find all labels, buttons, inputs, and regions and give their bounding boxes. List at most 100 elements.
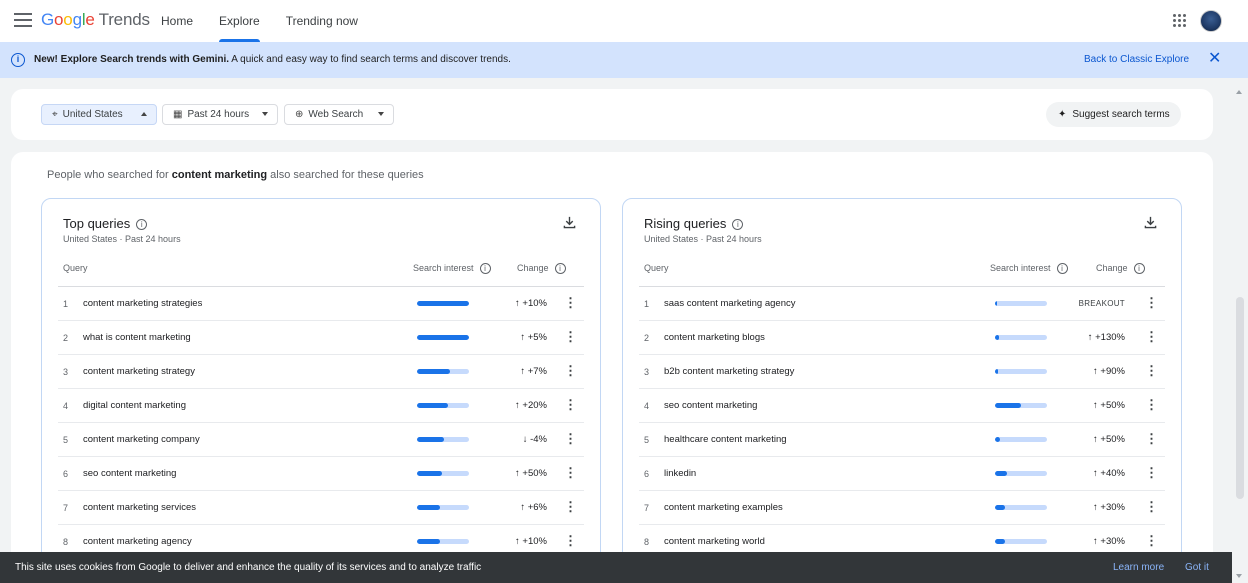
search-property-dropdown[interactable]: ⊕ Web Search: [284, 104, 394, 125]
scroll-down-arrow-icon[interactable]: [1236, 574, 1242, 578]
google-trends-logo[interactable]: Google Trends: [41, 10, 150, 30]
change-value: ↑ +5%: [520, 332, 547, 343]
time-range-dropdown[interactable]: ▦ Past 24 hours: [162, 104, 278, 125]
table-row[interactable]: 2 what is content marketing ↑ +5% ⋮: [58, 321, 584, 355]
help-icon[interactable]: i: [479, 263, 491, 275]
table-row[interactable]: 7 content marketing examples ↑ +30% ⋮: [639, 491, 1165, 525]
query-text[interactable]: content marketing blogs: [664, 332, 765, 343]
column-header-interest: Search interest i: [413, 263, 491, 275]
table-row[interactable]: 4 digital content marketing ↑ +20% ⋮: [58, 389, 584, 423]
download-icon[interactable]: [563, 216, 576, 229]
query-text[interactable]: content marketing company: [83, 434, 200, 445]
change-value: ↑ +50%: [1093, 400, 1125, 411]
query-text[interactable]: saas content marketing agency: [664, 298, 796, 309]
table-row[interactable]: 4 seo content marketing ↑ +50% ⋮: [639, 389, 1165, 423]
query-text[interactable]: b2b content marketing strategy: [664, 366, 794, 377]
search-interest-bar: [995, 369, 1047, 374]
query-text[interactable]: seo content marketing: [83, 468, 176, 479]
query-text[interactable]: linkedin: [664, 468, 696, 479]
row-rank: 1: [644, 299, 650, 309]
query-text[interactable]: digital content marketing: [83, 400, 186, 411]
query-text[interactable]: content marketing services: [83, 502, 196, 513]
query-text[interactable]: what is content marketing: [83, 332, 191, 343]
nav-home[interactable]: Home: [148, 0, 206, 42]
page-scrollbar-thumb[interactable]: [1236, 297, 1244, 499]
row-rank: 8: [63, 537, 69, 547]
query-text[interactable]: seo content marketing: [664, 400, 757, 411]
avatar[interactable]: [1200, 10, 1222, 32]
help-icon[interactable]: i: [732, 219, 744, 231]
suggest-search-terms-button[interactable]: ✦ Suggest search terms: [1046, 102, 1181, 127]
more-vert-icon[interactable]: ⋮: [564, 431, 577, 447]
more-vert-icon[interactable]: ⋮: [564, 363, 577, 379]
top-queries-title: Top queries: [63, 216, 131, 231]
row-rank: 3: [644, 367, 650, 377]
scroll-up-arrow-icon[interactable]: [1236, 90, 1242, 94]
logo-letter: e: [85, 10, 95, 29]
logo-letter: g: [72, 10, 82, 29]
more-vert-icon[interactable]: ⋮: [564, 465, 577, 481]
table-row[interactable]: 6 seo content marketing ↑ +50% ⋮: [58, 457, 584, 491]
search-interest-bar: [417, 335, 469, 340]
search-interest-fill: [995, 437, 1001, 442]
download-icon[interactable]: [1144, 216, 1157, 229]
more-vert-icon[interactable]: ⋮: [564, 397, 577, 413]
cookie-message: This site uses cookies from Google to de…: [15, 562, 482, 573]
query-text[interactable]: content marketing examples: [664, 502, 783, 513]
search-interest-fill: [995, 539, 1006, 544]
help-icon[interactable]: i: [1056, 263, 1068, 275]
more-vert-icon[interactable]: ⋮: [1145, 329, 1158, 345]
related-queries-intro: People who searched for content marketin…: [47, 169, 424, 181]
more-vert-icon[interactable]: ⋮: [564, 499, 577, 515]
table-row[interactable]: 5 content marketing company ↓ -4% ⋮: [58, 423, 584, 457]
table-row[interactable]: 3 b2b content marketing strategy ↑ +90% ⋮: [639, 355, 1165, 389]
more-vert-icon[interactable]: ⋮: [564, 533, 577, 549]
more-vert-icon[interactable]: ⋮: [1145, 499, 1158, 515]
google-apps-icon[interactable]: [1173, 14, 1186, 27]
close-icon[interactable]: ✕: [1208, 50, 1221, 68]
learn-more-link[interactable]: Learn more: [1113, 562, 1164, 573]
column-header-query: Query: [644, 263, 669, 273]
got-it-button[interactable]: Got it: [1185, 562, 1209, 573]
more-vert-icon[interactable]: ⋮: [1145, 431, 1158, 447]
change-value: ↑ +50%: [515, 468, 547, 479]
query-text[interactable]: content marketing agency: [83, 536, 192, 547]
help-icon[interactable]: i: [554, 263, 566, 275]
query-text[interactable]: content marketing strategy: [83, 366, 195, 377]
search-interest-bar: [417, 301, 469, 306]
query-text[interactable]: healthcare content marketing: [664, 434, 787, 445]
table-row[interactable]: 2 content marketing blogs ↑ +130% ⋮: [639, 321, 1165, 355]
row-rank: 5: [644, 435, 650, 445]
more-vert-icon[interactable]: ⋮: [1145, 363, 1158, 379]
more-vert-icon[interactable]: ⋮: [1145, 465, 1158, 481]
chevron-up-icon: [141, 112, 147, 116]
hamburger-menu-icon[interactable]: [14, 13, 32, 27]
table-row[interactable]: 7 content marketing services ↑ +6% ⋮: [58, 491, 584, 525]
logo-letter: G: [41, 10, 55, 29]
nav-explore[interactable]: Explore: [206, 0, 273, 42]
banner-body-text: A quick and easy way to find search term…: [229, 54, 511, 65]
table-row[interactable]: 3 content marketing strategy ↑ +7% ⋮: [58, 355, 584, 389]
row-rank: 6: [644, 469, 650, 479]
more-vert-icon[interactable]: ⋮: [1145, 397, 1158, 413]
table-row[interactable]: 1 saas content marketing agency BREAKOUT ⋮: [639, 287, 1165, 321]
more-vert-icon[interactable]: ⋮: [564, 295, 577, 311]
more-vert-icon[interactable]: ⋮: [1145, 295, 1158, 311]
location-dropdown[interactable]: ⌖ United States: [41, 104, 157, 125]
back-to-classic-link[interactable]: Back to Classic Explore: [1084, 54, 1189, 65]
help-icon[interactable]: i: [136, 219, 148, 231]
search-interest-bar: [995, 437, 1047, 442]
table-row[interactable]: 1 content marketing strategies ↑ +10% ⋮: [58, 287, 584, 321]
search-interest-fill: [995, 403, 1021, 408]
intro-suffix: also searched for these queries: [267, 169, 424, 181]
query-text[interactable]: content marketing strategies: [83, 298, 202, 309]
calendar-icon: ▦: [173, 109, 183, 120]
nav-trending-now[interactable]: Trending now: [273, 0, 371, 42]
table-row[interactable]: 5 healthcare content marketing ↑ +50% ⋮: [639, 423, 1165, 457]
more-vert-icon[interactable]: ⋮: [1145, 533, 1158, 549]
more-vert-icon[interactable]: ⋮: [564, 329, 577, 345]
table-row[interactable]: 6 linkedin ↑ +40% ⋮: [639, 457, 1165, 491]
change-value: ↑ +10%: [515, 536, 547, 547]
help-icon[interactable]: i: [1133, 263, 1145, 275]
query-text[interactable]: content marketing world: [664, 536, 765, 547]
